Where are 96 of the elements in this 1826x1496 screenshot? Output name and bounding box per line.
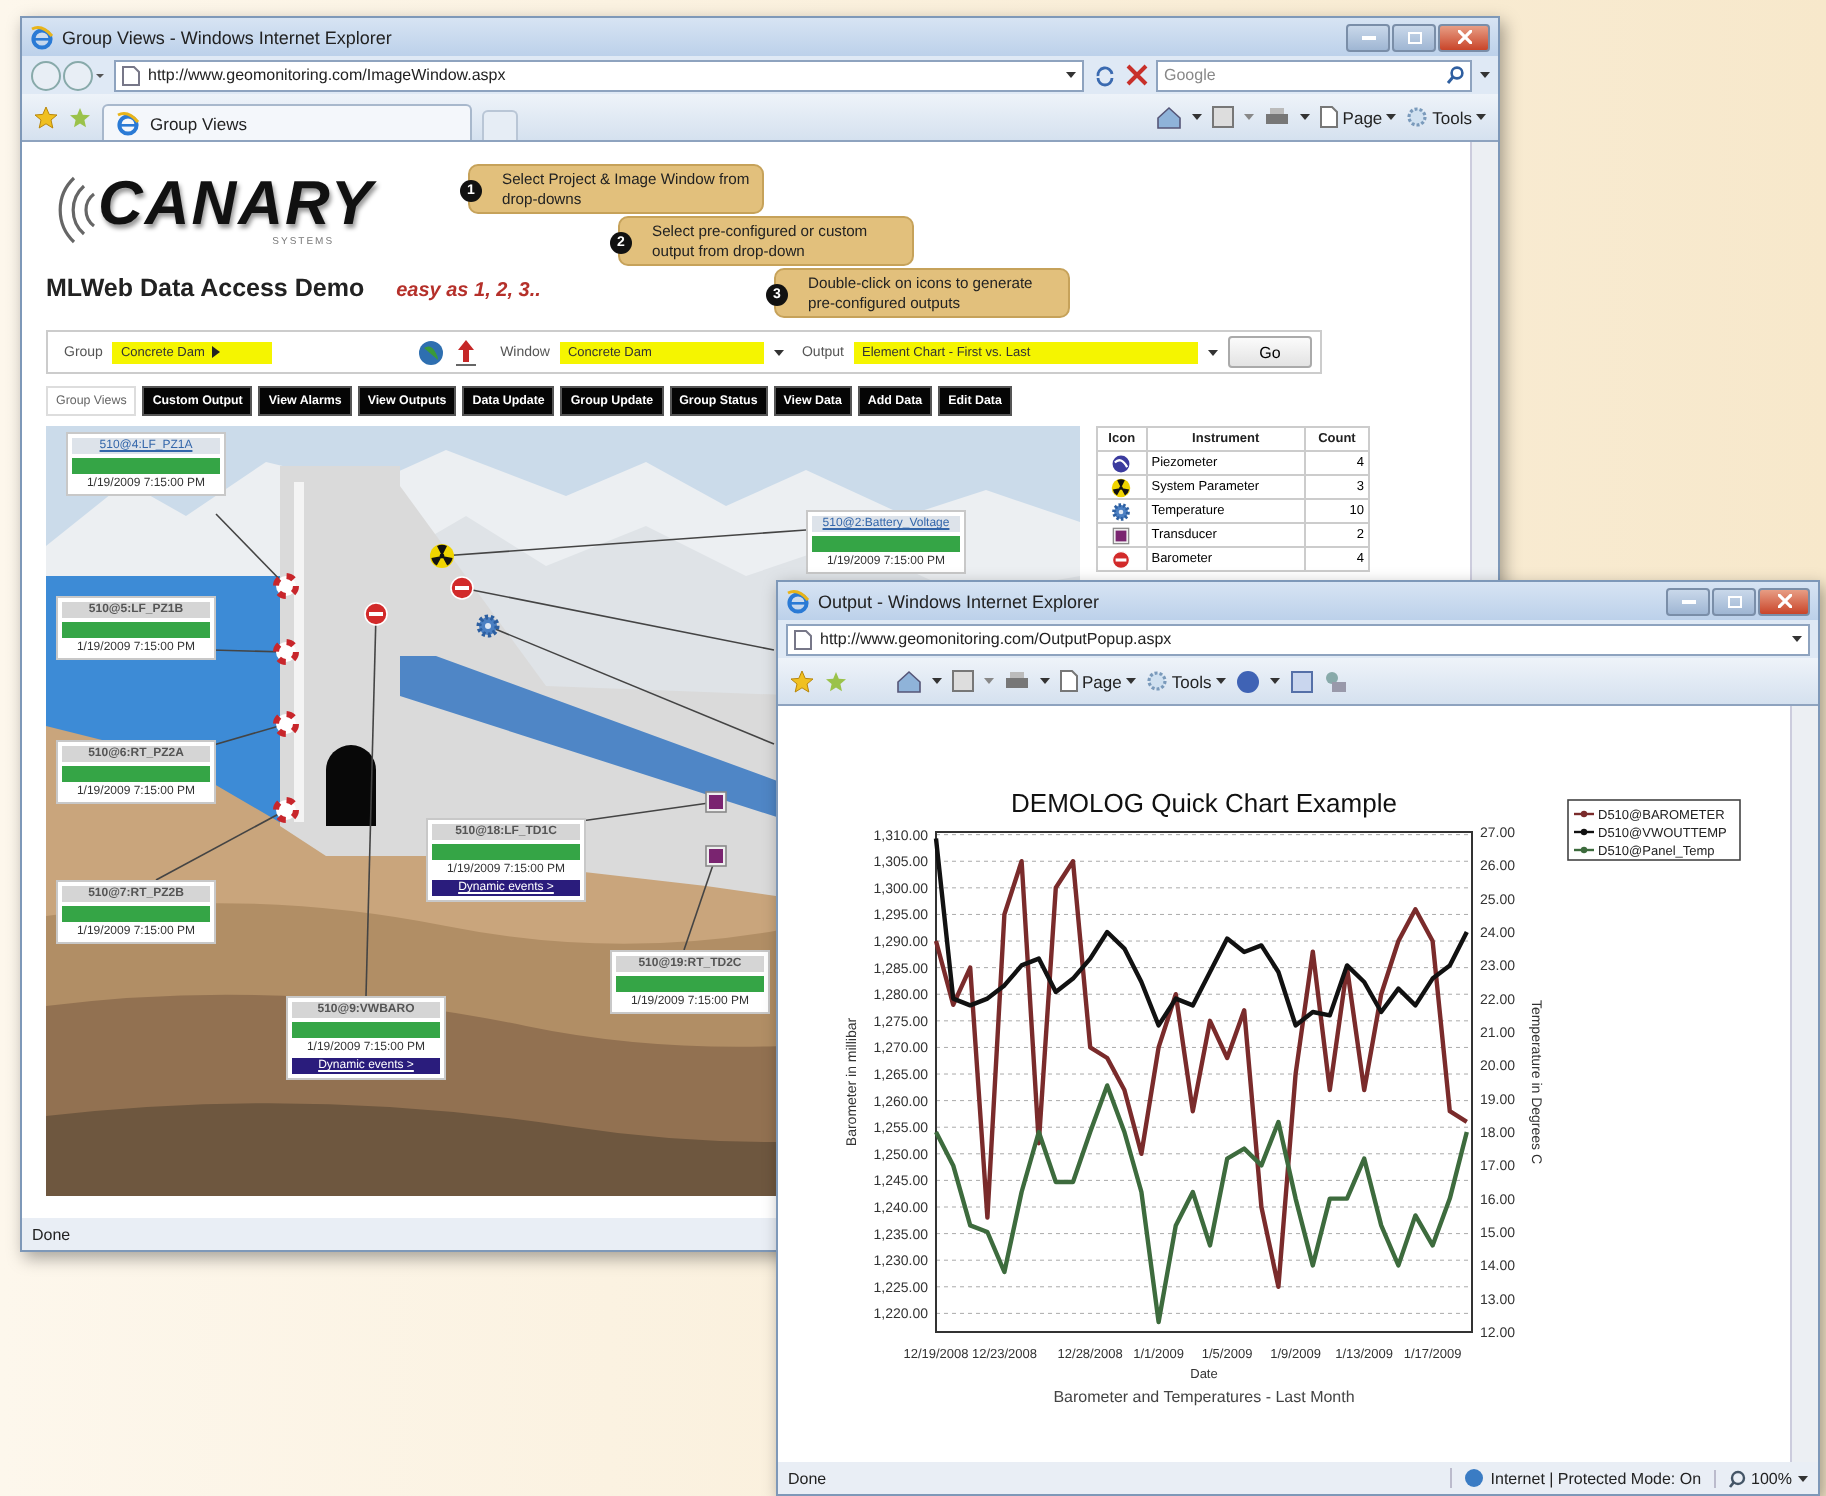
caret-icon (1215, 678, 1226, 684)
feed-icon[interactable] (1212, 106, 1235, 128)
star-icon[interactable] (34, 105, 58, 129)
page-menu[interactable]: Page (1320, 106, 1397, 128)
caret-icon (1192, 114, 1203, 120)
minimize-button[interactable] (1666, 587, 1710, 615)
address-field[interactable]: http://www.geomonitoring.com/ImageWindow.aspx (114, 59, 1084, 91)
no-entry-icon[interactable] (1112, 549, 1131, 569)
maximize-icon (1407, 31, 1421, 43)
alarm-ring-icon[interactable] (273, 639, 299, 665)
caret-icon (1792, 636, 1802, 642)
caret-icon (1386, 114, 1397, 120)
chart-title: DEMOLOG Quick Chart Example (1011, 788, 1397, 818)
gear-icon (1406, 106, 1429, 128)
chart-subtitle: Barometer and Temperatures - Last Month (1053, 1388, 1355, 1406)
minimize-button[interactable] (1346, 23, 1390, 51)
gear-icon[interactable] (476, 614, 500, 638)
caret-icon (1066, 72, 1076, 78)
alarm-ring-icon[interactable] (273, 573, 299, 599)
refresh-icon[interactable] (1092, 63, 1118, 87)
radiation-icon[interactable] (430, 544, 454, 568)
page-icon (1060, 670, 1078, 692)
minimize-icon (1361, 34, 1375, 40)
close-icon (1777, 594, 1791, 608)
home-icon[interactable] (1156, 105, 1183, 129)
browser-tab[interactable]: Group Views (102, 104, 472, 140)
alarm-ring-icon[interactable] (273, 797, 299, 823)
browser-logo-icon (30, 25, 54, 49)
alarm-ring-icon[interactable] (273, 711, 299, 737)
caret-icon (1476, 114, 1486, 120)
help-icon[interactable] (1235, 669, 1260, 693)
caret-icon (1040, 678, 1050, 684)
scrollbar[interactable] (1790, 706, 1818, 1462)
caret-icon (1125, 678, 1136, 684)
status-text: Done (788, 1469, 827, 1487)
page-menu[interactable]: Page (1060, 670, 1136, 692)
minimize-icon (1681, 598, 1695, 604)
legend-swatch (1574, 846, 1594, 854)
page-heading: MLWeb Data Access Demo (46, 274, 365, 302)
no-entry-icon[interactable] (450, 576, 474, 600)
close-icon (1457, 30, 1471, 44)
page-icon (794, 629, 812, 649)
research-icon[interactable] (1289, 669, 1314, 693)
search-icon[interactable] (1446, 66, 1464, 84)
caret-icon (773, 349, 784, 355)
security-zone: Internet | Protected Mode: On (1490, 1469, 1702, 1487)
globe-icon (1113, 454, 1131, 472)
tools-menu[interactable]: Tools (1406, 106, 1486, 128)
caret-icon (1208, 349, 1218, 355)
tools-menu[interactable]: Tools (1145, 670, 1226, 692)
square-sensor-icon[interactable] (705, 791, 727, 813)
no-entry-icon[interactable] (364, 602, 388, 626)
address-field[interactable]: http://www.geomonitoring.com/OutputPopup.aspx (786, 623, 1810, 655)
gear-icon[interactable] (1112, 502, 1131, 520)
maximize-icon (1727, 595, 1741, 607)
legend-swatch (1574, 810, 1594, 818)
globe-icon[interactable] (418, 339, 445, 365)
square-sensor-icon[interactable] (1113, 526, 1131, 544)
caret-icon (1269, 678, 1280, 684)
caret-icon (1798, 1475, 1808, 1481)
browser-logo-icon (786, 589, 810, 613)
caret-icon (984, 678, 994, 684)
page-icon (1320, 106, 1339, 128)
feed-icon[interactable] (952, 670, 974, 692)
browser-logo-icon (116, 111, 140, 135)
search-field[interactable]: Google (1156, 59, 1472, 91)
window-title: Group Views - Windows Internet Explorer (62, 27, 394, 47)
play-arrow-icon (212, 346, 221, 358)
caret-icon (932, 678, 942, 684)
radiation-icon[interactable] (1112, 477, 1131, 497)
close-button[interactable] (1758, 587, 1810, 615)
caret-icon (1244, 114, 1255, 120)
print-icon[interactable] (1264, 106, 1291, 128)
caret-icon (1300, 114, 1311, 120)
logo-text: CANARY (98, 172, 375, 236)
star-icon[interactable] (790, 669, 814, 693)
go-button[interactable]: Go (1228, 336, 1312, 368)
close-button[interactable] (1438, 23, 1490, 51)
gear-icon (1145, 670, 1168, 692)
home-icon[interactable] (896, 669, 922, 693)
legend-swatch (1574, 828, 1594, 836)
square-sensor-icon[interactable] (705, 845, 727, 867)
maximize-button[interactable] (1392, 23, 1436, 51)
magnifier-icon (1727, 1469, 1746, 1487)
messenger-icon[interactable] (1323, 669, 1348, 693)
stop-icon[interactable] (1126, 64, 1148, 86)
up-arrow-icon[interactable] (454, 338, 479, 366)
window-title: Output - Windows Internet Explorer (818, 591, 1102, 611)
tagline: easy as 1, 2, 3.. (396, 280, 541, 302)
status-text: Done (32, 1225, 71, 1243)
zoom-control[interactable]: 100% (1713, 1469, 1808, 1487)
page-icon (122, 65, 140, 85)
globe-icon (1464, 1468, 1485, 1488)
print-icon[interactable] (1004, 670, 1030, 692)
maximize-button[interactable] (1712, 587, 1756, 615)
caret-icon (1480, 72, 1490, 78)
